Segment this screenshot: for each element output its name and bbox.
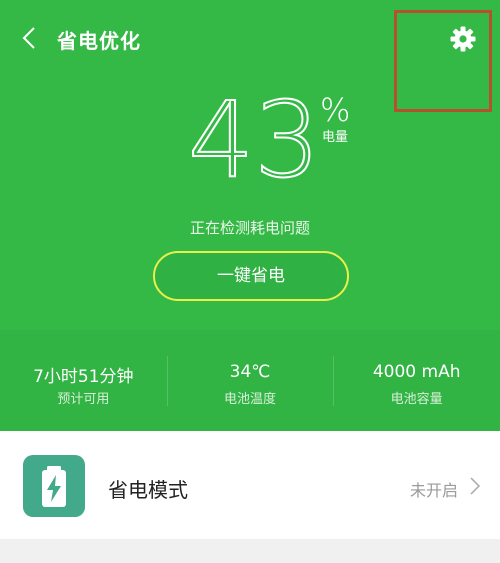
battery-stats: 7小时51分钟 预计可用 34℃ 电池温度 4000 mAh 电池容量 xyxy=(0,330,500,431)
stat-label: 预计可用 xyxy=(57,392,110,407)
stat-label: 电池温度 xyxy=(224,392,277,407)
status-text: 正在检测耗电问题 xyxy=(189,219,310,237)
one-key-save-button[interactable]: 一键省电 xyxy=(153,251,349,301)
bottom-divider xyxy=(0,539,500,563)
stat-capacity: 4000 mAh 电池容量 xyxy=(333,330,500,431)
stat-value: 34℃ xyxy=(229,362,271,382)
stat-value: 4000 mAh xyxy=(372,362,461,382)
mode-label: 省电模式 xyxy=(108,478,188,502)
settings-button[interactable] xyxy=(448,24,478,54)
battery-panel: 省电优化 43 % 电量 正在检测耗电问题 一键省电 xyxy=(0,0,500,330)
stat-label: 电池容量 xyxy=(390,392,443,407)
stat-remaining-time: 7小时51分钟 预计可用 xyxy=(0,330,167,431)
battery-percent-value: 43 xyxy=(187,79,321,201)
back-button[interactable] xyxy=(18,22,48,54)
page-title: 省电优化 xyxy=(57,29,141,53)
mode-status: 未开启 xyxy=(409,481,458,500)
header-bar: 省电优化 xyxy=(0,0,500,78)
power-saving-mode-row[interactable]: 省电模式 未开启 xyxy=(0,431,500,539)
gear-icon xyxy=(450,26,476,52)
percent-sign: % xyxy=(320,91,351,129)
battery-percent: 43 xyxy=(187,79,328,201)
back-chevron-icon xyxy=(22,27,35,49)
stat-value: 7小时51分钟 xyxy=(33,367,134,387)
percent-label: 电量 xyxy=(322,130,349,145)
chevron-right-icon xyxy=(468,475,482,497)
stat-temperature: 34℃ 电池温度 xyxy=(166,330,334,431)
battery-bolt-icon xyxy=(23,455,85,517)
